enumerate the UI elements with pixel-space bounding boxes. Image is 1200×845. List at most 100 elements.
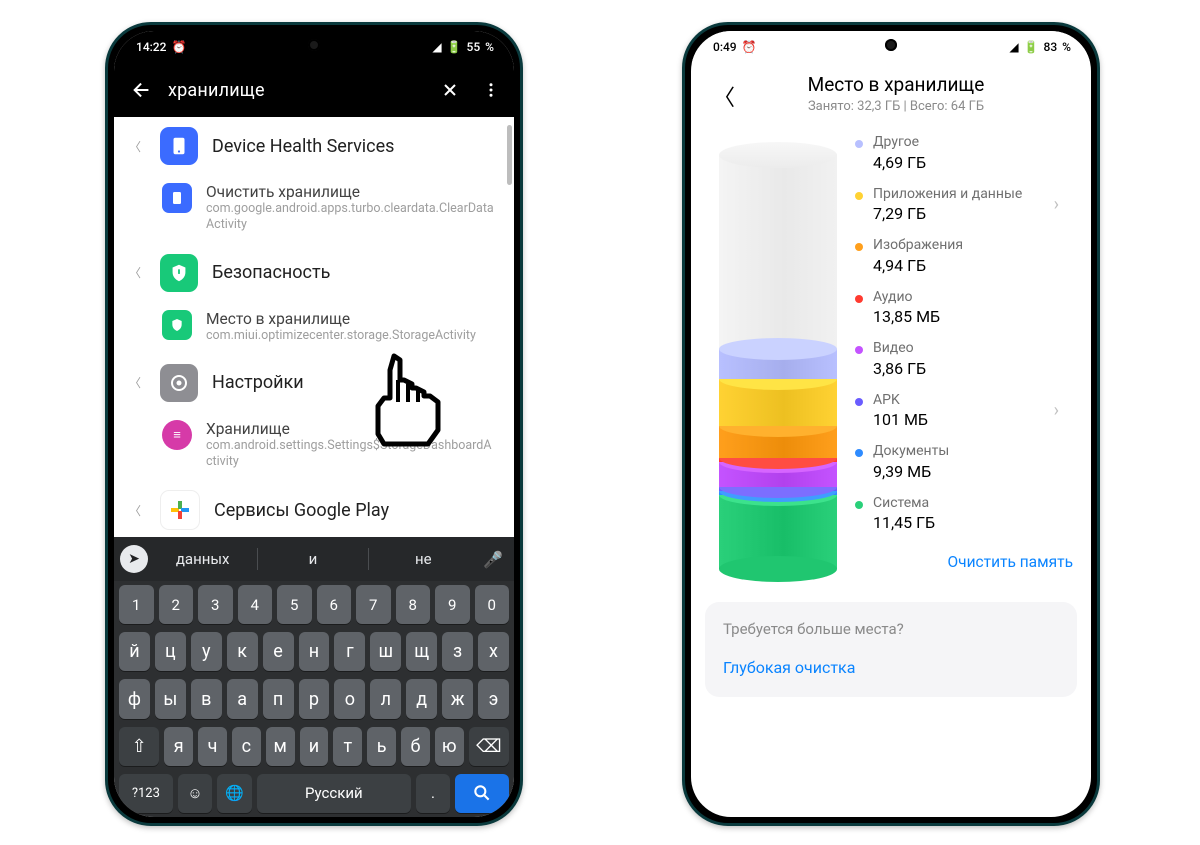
key-д[interactable]: д: [406, 679, 437, 718]
key-3[interactable]: 3: [198, 585, 233, 624]
key-9[interactable]: 9: [435, 585, 470, 624]
key-ы[interactable]: ы: [155, 679, 186, 718]
key-6[interactable]: 6: [317, 585, 352, 624]
symbols-key[interactable]: ?123: [119, 774, 173, 813]
key-о[interactable]: о: [334, 679, 365, 718]
key-в[interactable]: в: [191, 679, 222, 718]
suggestion[interactable]: и: [262, 544, 363, 574]
result-item[interactable]: Место в хранилище com.miui.optimizecente…: [114, 302, 514, 354]
back-button[interactable]: [122, 70, 162, 110]
key-б[interactable]: б: [401, 727, 430, 766]
key-и[interactable]: и: [300, 727, 329, 766]
battery-icon: 🔋: [1024, 40, 1039, 54]
key-7[interactable]: 7: [356, 585, 391, 624]
keyboard-row-bottom: ?123 ☺ 🌐 Русский .: [114, 770, 514, 817]
key-н[interactable]: н: [299, 632, 330, 671]
key-й[interactable]: й: [119, 632, 150, 671]
storage-category-list: Другое4,69 ГБПриложения и данные7,29 ГБ›…: [855, 134, 1073, 582]
result-activity: com.android.settings.Settings$StorageDas…: [206, 438, 498, 471]
suggestion[interactable]: не: [373, 544, 474, 574]
phone-storage: 0:49 ⏰ ◢ 🔋 83 % 〈 Место в хранилище Заня…: [682, 22, 1100, 826]
app-icon: [160, 254, 198, 292]
result-item[interactable]: Очистить хранилище com.google.android.ap…: [114, 175, 514, 244]
key-г[interactable]: г: [334, 632, 365, 671]
scrollbar-thumb[interactable]: [507, 125, 512, 185]
chevron-up-icon: 〈: [124, 502, 146, 519]
key-р[interactable]: р: [299, 679, 330, 718]
key-ц[interactable]: ц: [155, 632, 186, 671]
key-ш[interactable]: ш: [370, 632, 401, 671]
key-с[interactable]: с: [232, 727, 261, 766]
key-0[interactable]: 0: [475, 585, 510, 624]
cylinder-segment: [719, 379, 837, 426]
key-1[interactable]: 1: [119, 585, 154, 624]
result-group-header[interactable]: 〈 Настройки: [114, 354, 514, 412]
voice-input-button[interactable]: 🎤: [478, 550, 508, 569]
search-input[interactable]: хранилище: [168, 80, 424, 101]
category-value: 4,94 ГБ: [873, 256, 1059, 275]
battery-unit: %: [485, 40, 494, 54]
shift-key[interactable]: ⇧: [119, 727, 159, 766]
deep-clean-link[interactable]: Глубокая очистка: [723, 658, 1059, 677]
key-а[interactable]: а: [227, 679, 258, 718]
key-ч[interactable]: ч: [198, 727, 227, 766]
key-ь[interactable]: ь: [367, 727, 396, 766]
page-header: 〈 Место в хранилище Занято: 32,3 ГБ | Вс…: [691, 63, 1091, 120]
result-group-header[interactable]: 〈 Сервисы Google Play: [114, 480, 514, 537]
clear-search-button[interactable]: [430, 70, 470, 110]
result-title: Очистить хранилище: [206, 183, 498, 201]
category-value: 7,29 ГБ: [873, 204, 1044, 223]
suggestion[interactable]: данных: [152, 544, 253, 574]
category-name: Аудио: [873, 289, 1059, 307]
emoji-key[interactable]: ☺: [178, 774, 213, 813]
backspace-key[interactable]: ⌫: [469, 727, 509, 766]
overflow-menu-button[interactable]: [476, 70, 506, 110]
key-щ[interactable]: щ: [406, 632, 437, 671]
key-з[interactable]: з: [442, 632, 473, 671]
storage-category[interactable]: Приложения и данные7,29 ГБ›: [855, 186, 1073, 224]
category-dot-icon: [855, 295, 863, 303]
status-time: 0:49: [713, 40, 737, 54]
key-2[interactable]: 2: [159, 585, 194, 624]
keyboard-row-1: йцукенгшщзх: [114, 628, 514, 675]
search-action-key[interactable]: [455, 774, 509, 813]
settings-icon: [160, 364, 198, 402]
language-key[interactable]: 🌐: [217, 774, 252, 813]
group-label: Безопасность: [212, 262, 330, 283]
key-8[interactable]: 8: [396, 585, 431, 624]
signal-icon: ◢: [1009, 40, 1018, 54]
category-name: Изображения: [873, 237, 1059, 255]
key-л[interactable]: л: [370, 679, 401, 718]
result-activity: com.miui.optimizecenter.storage.StorageA…: [206, 328, 498, 344]
search-results-list[interactable]: 〈 Device Health Services Очистить хранил…: [114, 117, 514, 537]
key-ф[interactable]: ф: [119, 679, 150, 718]
result-group-header[interactable]: 〈 Безопасность: [114, 244, 514, 302]
on-screen-keyboard[interactable]: ➤ данных и не 🎤 1234567890 йцукенгшщзх ф…: [114, 537, 514, 817]
key-4[interactable]: 4: [238, 585, 273, 624]
key-у[interactable]: у: [191, 632, 222, 671]
spacebar-key[interactable]: Русский: [257, 774, 411, 813]
category-value: 13,85 МБ: [873, 307, 1059, 326]
key-п[interactable]: п: [263, 679, 294, 718]
key-ю[interactable]: ю: [435, 727, 464, 766]
key-е[interactable]: е: [263, 632, 294, 671]
result-item[interactable]: ≡ Хранилище com.android.settings.Setting…: [114, 412, 514, 481]
deep-clean-card[interactable]: Требуется больше места? Глубокая очистка: [705, 602, 1077, 697]
storage-category[interactable]: APK101 МБ›: [855, 392, 1073, 430]
category-dot-icon: [855, 243, 863, 251]
key-я[interactable]: я: [164, 727, 193, 766]
key-м[interactable]: м: [266, 727, 295, 766]
category-name: Система: [873, 495, 1059, 513]
group-label: Сервисы Google Play: [214, 500, 389, 521]
expand-suggestions-button[interactable]: ➤: [120, 545, 148, 573]
clean-memory-link[interactable]: Очистить память: [855, 552, 1073, 572]
result-group-header[interactable]: 〈 Device Health Services: [114, 117, 514, 175]
key-5[interactable]: 5: [277, 585, 312, 624]
key-ж[interactable]: ж: [442, 679, 473, 718]
battery-icon: 🔋: [447, 40, 462, 54]
key-х[interactable]: х: [478, 632, 509, 671]
key-к[interactable]: к: [227, 632, 258, 671]
period-key[interactable]: .: [416, 774, 451, 813]
key-э[interactable]: э: [478, 679, 509, 718]
key-т[interactable]: т: [333, 727, 362, 766]
